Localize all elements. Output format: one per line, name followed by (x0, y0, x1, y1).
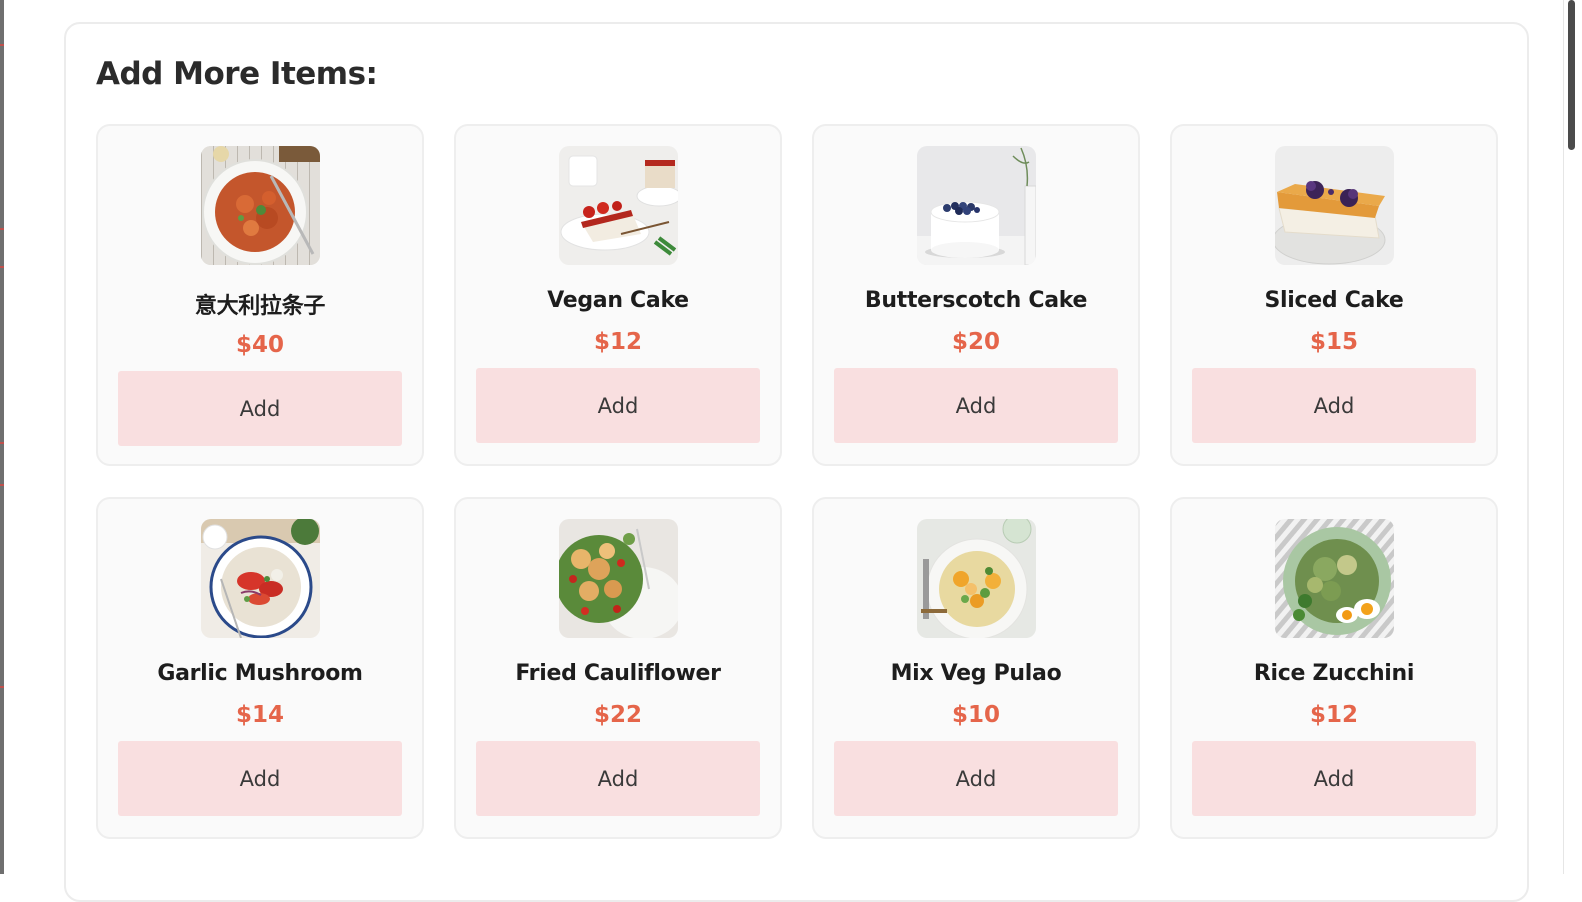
item-name: Rice Zucchini (1253, 661, 1415, 686)
item-card: Butterscotch Cake $20 Add (812, 124, 1140, 466)
edge-marker (0, 686, 4, 688)
item-card: Mix Veg Pulao $10 Add (812, 497, 1140, 839)
item-card: Fried Cauliflower $22 Add (454, 497, 782, 839)
item-price: $20 (951, 329, 1000, 355)
veg-pulao-plate-image (917, 519, 1036, 638)
vertical-scrollbar[interactable] (1563, 0, 1582, 874)
edge-marker (0, 228, 4, 230)
item-name: Fried Cauliflower (515, 661, 721, 686)
add-button[interactable]: Add (476, 368, 760, 443)
add-button[interactable]: Add (476, 741, 760, 816)
edge-marker (0, 484, 4, 486)
window-left-edge (0, 0, 4, 874)
items-grid: 意大利拉条子 $40 Add Vegan Cake $12 Add Butter… (96, 124, 1498, 839)
panel-title: Add More Items: (96, 56, 378, 92)
strawberry-cheesecake-image (559, 146, 678, 265)
item-name: Mix Veg Pulao (890, 661, 1062, 686)
item-name: Sliced Cake (1264, 288, 1404, 313)
pasta-plate-image (201, 146, 320, 265)
item-card: Rice Zucchini $12 Add (1170, 497, 1498, 839)
item-price: $15 (1309, 329, 1358, 355)
item-name: Garlic Mushroom (157, 661, 363, 686)
add-button[interactable]: Add (834, 368, 1118, 443)
item-price: $40 (235, 332, 284, 358)
white-blueberry-cake-image (917, 146, 1036, 265)
add-button[interactable]: Add (1192, 741, 1476, 816)
cauliflower-salad-image (559, 519, 678, 638)
item-card: Vegan Cake $12 Add (454, 124, 782, 466)
item-name: Butterscotch Cake (864, 288, 1088, 313)
zucchini-egg-plate-image (1275, 519, 1394, 638)
caramel-cheesecake-slice-image (1275, 146, 1394, 265)
add-button[interactable]: Add (118, 371, 402, 446)
item-price: $14 (235, 702, 284, 728)
item-name: 意大利拉条子 (194, 294, 326, 319)
scrollbar-thumb[interactable] (1568, 0, 1575, 150)
item-price: $22 (593, 702, 642, 728)
add-more-items-panel: Add More Items: 意大利拉条子 $40 Add Vegan Cak… (64, 22, 1529, 902)
item-card: 意大利拉条子 $40 Add (96, 124, 424, 466)
edge-marker (0, 442, 4, 444)
item-price: $12 (1309, 702, 1358, 728)
tomato-salad-plate-image (201, 519, 320, 638)
item-price: $10 (951, 702, 1000, 728)
add-button[interactable]: Add (118, 741, 402, 816)
edge-marker (0, 266, 4, 268)
add-button[interactable]: Add (1192, 368, 1476, 443)
item-card: Sliced Cake $15 Add (1170, 124, 1498, 466)
item-price: $12 (593, 329, 642, 355)
item-card: Garlic Mushroom $14 Add (96, 497, 424, 839)
add-button[interactable]: Add (834, 741, 1118, 816)
item-name: Vegan Cake (547, 288, 689, 313)
edge-marker (0, 44, 4, 46)
